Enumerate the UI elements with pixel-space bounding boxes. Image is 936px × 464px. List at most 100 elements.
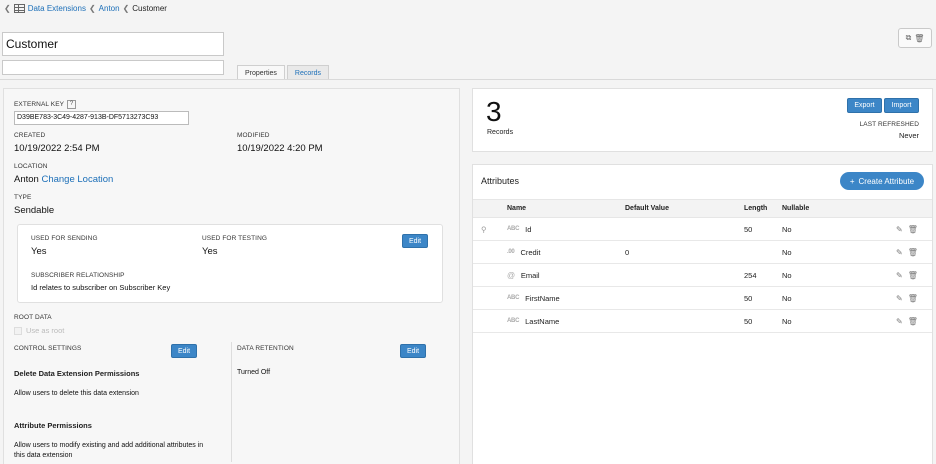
table-row[interactable]: @ Email 254 No ✎ 🗑 xyxy=(473,264,932,287)
actions-button[interactable]: ⧉ 🗑 xyxy=(898,28,932,48)
pencil-icon[interactable]: ✎ xyxy=(896,271,903,280)
column-name[interactable]: Name xyxy=(507,200,526,217)
tab-properties[interactable]: Properties xyxy=(237,65,285,80)
attribute-permissions-title: Attribute Permissions xyxy=(14,421,92,430)
breadcrumb-anton[interactable]: Anton xyxy=(99,4,120,13)
last-refreshed-label: LAST REFRESHED xyxy=(859,121,919,128)
row-actions: ✎ 🗑 xyxy=(896,241,918,263)
trash-icon[interactable]: 🗑 xyxy=(908,317,918,326)
location-row: Anton Change Location xyxy=(14,174,113,185)
attribute-name: Id xyxy=(525,224,532,234)
attributes-table-header: Name Default Value Length Nullable xyxy=(473,199,932,218)
breadcrumb-current: Customer xyxy=(132,4,167,13)
pencil-icon[interactable]: ✎ xyxy=(896,317,903,326)
length-cell: 50 xyxy=(744,224,753,234)
delete-permissions-text: Allow users to delete this data extensio… xyxy=(14,390,139,397)
plus-icon: + xyxy=(849,176,855,186)
text-type-icon: ABC xyxy=(507,226,520,232)
tab-records[interactable]: Records xyxy=(286,65,329,80)
table-row[interactable]: ABC LastName 50 No ✎ 🗑 xyxy=(473,310,932,333)
length-cell: 254 xyxy=(744,270,757,280)
column-default-value[interactable]: Default Value xyxy=(625,200,669,217)
text-type-icon: ABC xyxy=(507,318,520,324)
attribute-name-cell: ABC Id xyxy=(507,218,531,240)
header-divider xyxy=(0,79,936,80)
used-for-testing-label: USED FOR TESTING xyxy=(202,235,268,242)
location-value: Anton xyxy=(14,174,39,185)
nullable-cell: No xyxy=(782,316,792,326)
attribute-name: FirstName xyxy=(525,293,560,303)
attribute-name-cell: .00 Credit xyxy=(507,241,540,263)
control-settings-label: CONTROL SETTINGS xyxy=(14,345,82,352)
row-actions: ✎ 🗑 xyxy=(896,218,918,240)
type-value: Sendable xyxy=(14,205,55,216)
table-row[interactable]: .00 Credit 0 No ✎ 🗑 xyxy=(473,241,932,264)
create-attribute-button[interactable]: + Create Attribute xyxy=(840,172,924,190)
data-retention-edit-button[interactable]: Edit xyxy=(400,344,426,358)
trash-icon[interactable]: 🗑 xyxy=(908,271,918,280)
email-type-icon: @ xyxy=(507,270,515,280)
attribute-name: Email xyxy=(520,270,540,280)
row-actions: ✎ 🗑 xyxy=(896,287,918,309)
delete-permissions-title: Delete Data Extension Permissions xyxy=(14,369,140,378)
column-length[interactable]: Length xyxy=(744,200,767,217)
attribute-permissions-text-2: this data extension xyxy=(14,452,73,459)
record-count: 3 xyxy=(486,96,502,127)
tab-bar: Properties Records xyxy=(237,65,329,80)
nullable-cell: No xyxy=(782,293,792,303)
use-as-root-option: Use as root xyxy=(14,326,65,336)
import-button[interactable]: Import xyxy=(884,98,919,113)
control-settings-edit-button[interactable]: Edit xyxy=(171,344,197,358)
use-as-root-checkbox[interactable] xyxy=(14,327,22,336)
chevron-left-icon: ❮ xyxy=(88,4,96,13)
modified-label: MODIFIED xyxy=(237,132,270,139)
table-icon xyxy=(13,4,25,13)
export-button[interactable]: Export xyxy=(847,98,882,113)
root-data-label: ROOT DATA xyxy=(14,314,52,321)
data-retention-value: Turned Off xyxy=(237,369,271,376)
type-label: TYPE xyxy=(14,194,32,201)
pencil-icon[interactable]: ✎ xyxy=(896,294,903,303)
breadcrumb-data-extensions[interactable]: Data Extensions xyxy=(28,4,86,13)
attribute-name-cell: @ Email xyxy=(507,264,540,286)
sendable-edit-button[interactable]: Edit xyxy=(402,234,428,248)
table-row[interactable]: ABC FirstName 50 No ✎ 🗑 xyxy=(473,287,932,310)
attribute-name: LastName xyxy=(525,316,560,326)
created-label: CREATED xyxy=(14,132,46,139)
attribute-name-cell: ABC LastName xyxy=(507,310,559,332)
subscriber-relationship-label: SUBSCRIBER RELATIONSHIP xyxy=(31,272,125,279)
external-key-field[interactable]: D39BE783-3C49-4287-913B-DF5713273C93 xyxy=(14,111,189,125)
used-for-sending-value: Yes xyxy=(31,246,47,257)
pencil-icon[interactable]: ✎ xyxy=(896,225,903,234)
length-cell: 50 xyxy=(744,316,753,326)
row-actions: ✎ 🗑 xyxy=(896,310,918,332)
settings-divider xyxy=(231,342,232,462)
chevron-left-icon: ❮ xyxy=(4,4,11,13)
default-value-cell: 0 xyxy=(625,247,630,257)
copy-icon[interactable]: ⧉ xyxy=(906,33,912,43)
use-as-root-label: Use as root xyxy=(26,326,65,335)
trash-icon[interactable]: 🗑 xyxy=(908,248,918,257)
decimal-type-icon: .00 xyxy=(507,249,515,255)
used-for-testing-value: Yes xyxy=(202,246,218,257)
description-field[interactable] xyxy=(2,60,224,75)
chevron-left-icon: ❮ xyxy=(122,4,130,13)
modified-value: 10/19/2022 4:20 PM xyxy=(237,143,323,154)
data-retention-label: DATA RETENTION xyxy=(237,345,294,352)
nullable-cell: No xyxy=(782,224,792,234)
column-nullable[interactable]: Nullable xyxy=(782,200,809,217)
attributes-title: Attributes xyxy=(481,176,520,186)
nullable-cell: No xyxy=(782,270,792,280)
attribute-name-cell: ABC FirstName xyxy=(507,287,560,309)
table-row[interactable]: ⚲ ABC Id 50 No ✎ 🗑 xyxy=(473,218,932,241)
trash-icon[interactable]: 🗑 xyxy=(908,294,918,303)
attribute-permissions-text-1: Allow users to modify existing and add a… xyxy=(14,442,204,449)
records-label: Records xyxy=(487,129,514,136)
help-icon[interactable]: ? xyxy=(67,100,77,109)
pencil-icon[interactable]: ✎ xyxy=(896,248,903,257)
name-field[interactable]: Customer xyxy=(2,32,224,56)
trash-icon[interactable]: 🗑 xyxy=(908,225,918,234)
trash-icon[interactable]: 🗑 xyxy=(914,34,924,43)
subscriber-relationship-value: Id relates to subscriber on Subscriber K… xyxy=(31,283,171,292)
change-location-link[interactable]: Change Location xyxy=(41,174,113,185)
